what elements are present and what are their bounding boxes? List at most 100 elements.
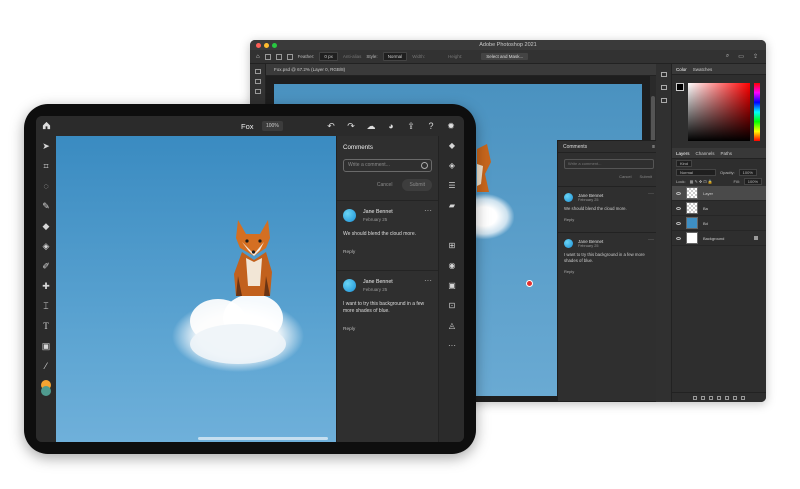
- eyedropper-icon[interactable]: ⁄: [36, 356, 56, 376]
- adjustment-layer-icon[interactable]: [717, 395, 721, 400]
- layer-row[interactable]: Ba: [672, 201, 766, 216]
- submit-button[interactable]: Submit: [640, 174, 652, 179]
- more-options-icon[interactable]: ···: [424, 206, 432, 215]
- lock-icons[interactable]: ▦ ✎ ✥ ⊡ 🔒: [690, 179, 713, 184]
- reply-button[interactable]: Reply: [564, 217, 654, 222]
- brush-icon[interactable]: ✎: [36, 196, 56, 216]
- link-layers-icon[interactable]: [693, 395, 697, 400]
- panel-menu-icon[interactable]: ≡: [652, 141, 655, 153]
- group-icon[interactable]: [725, 395, 729, 400]
- search-icon[interactable]: ⌕: [726, 53, 729, 60]
- add-mask-icon[interactable]: [709, 395, 713, 400]
- visibility-eye-icon[interactable]: [676, 191, 681, 195]
- tab-swatches[interactable]: Swatches: [693, 67, 713, 72]
- comment-item[interactable]: ··· Jane Bennet February 25 We should bl…: [558, 186, 660, 225]
- trash-icon[interactable]: [741, 395, 745, 400]
- kind-filter-select[interactable]: Kind: [676, 160, 693, 167]
- more-options-icon[interactable]: ···: [648, 237, 654, 243]
- layer-row[interactable]: Layer: [672, 186, 766, 201]
- horizontal-scrollbar[interactable]: [198, 437, 328, 440]
- help-icon[interactable]: ?: [426, 121, 436, 131]
- marquee-tool-icon[interactable]: [264, 53, 271, 60]
- foreground-color-swatch[interactable]: [676, 83, 684, 91]
- share-icon[interactable]: ⇪: [406, 121, 416, 131]
- comments-panel-icon[interactable]: [660, 98, 667, 103]
- mask-icon[interactable]: ▣: [439, 276, 464, 296]
- image-icon[interactable]: ▣: [36, 336, 56, 356]
- lasso-icon[interactable]: ⌗: [36, 156, 56, 176]
- fill-layer-icon[interactable]: ◬: [439, 316, 464, 336]
- feather-input[interactable]: 0 px: [319, 52, 338, 61]
- style-select[interactable]: Normal: [382, 52, 408, 61]
- type-icon[interactable]: T: [36, 316, 56, 336]
- select-icon[interactable]: ➤: [36, 136, 56, 156]
- undo-icon[interactable]: ↶: [326, 121, 336, 131]
- ipad-canvas[interactable]: [56, 136, 336, 442]
- home-icon[interactable]: ⌂: [256, 54, 260, 60]
- more-options-icon[interactable]: ···: [648, 191, 654, 197]
- user-comment-icon[interactable]: ◕: [386, 121, 396, 131]
- antialias-checkbox[interactable]: Anti-alias: [343, 54, 362, 59]
- tab-channels[interactable]: Channels: [696, 151, 715, 156]
- visibility-eye-icon[interactable]: [676, 221, 681, 225]
- share-icon[interactable]: ⇪: [753, 53, 758, 60]
- zoom-level[interactable]: 100%: [262, 121, 283, 131]
- comment-input[interactable]: Write a comment...: [564, 159, 654, 169]
- visibility-eye-icon[interactable]: [676, 206, 681, 210]
- clip-icon[interactable]: ⊡: [439, 296, 464, 316]
- tab-color[interactable]: Color: [676, 67, 687, 72]
- comment-pin-marker[interactable]: [526, 280, 533, 287]
- comment-item[interactable]: ··· Jane Bennet February 25 I want to tr…: [337, 270, 438, 338]
- blend-mode-select[interactable]: Normal: [676, 169, 716, 176]
- comments-icon[interactable]: ▰: [439, 196, 464, 216]
- reply-button[interactable]: Reply: [343, 327, 432, 332]
- properties-panel-icon[interactable]: [660, 85, 667, 90]
- marquee-tool-icon[interactable]: [254, 79, 261, 84]
- add-layer-icon[interactable]: ⊞: [439, 236, 464, 256]
- opacity-input[interactable]: 100%: [738, 169, 757, 176]
- new-layer-icon[interactable]: [733, 395, 737, 400]
- quick-select-icon[interactable]: ◌: [36, 176, 56, 196]
- select-and-mask-button[interactable]: Select and Mask...: [481, 53, 529, 60]
- reply-button[interactable]: Reply: [564, 269, 654, 274]
- fill-icon[interactable]: ◈: [36, 236, 56, 256]
- layers-icon[interactable]: ◆: [439, 136, 464, 156]
- maximize-window-button[interactable]: [272, 43, 277, 48]
- home-icon[interactable]: [42, 121, 51, 130]
- emoji-icon[interactable]: [421, 162, 428, 169]
- visibility-icon[interactable]: ◉: [439, 256, 464, 276]
- secondary-color-swatch[interactable]: [41, 386, 51, 396]
- tab-layers[interactable]: Layers: [676, 151, 690, 156]
- cancel-button[interactable]: Cancel: [619, 174, 631, 179]
- reply-button[interactable]: Reply: [343, 250, 432, 255]
- hue-slider[interactable]: [754, 83, 760, 141]
- move-tool-icon[interactable]: [254, 69, 261, 74]
- cloud-icon[interactable]: ☁: [366, 121, 376, 131]
- eraser-icon[interactable]: ◆: [36, 216, 56, 236]
- smudge-icon[interactable]: ✐: [36, 256, 56, 276]
- adjustment-icon[interactable]: ◈: [439, 156, 464, 176]
- visibility-eye-icon[interactable]: [676, 236, 681, 240]
- color-panel-icon[interactable]: [660, 72, 667, 77]
- more-options-icon[interactable]: ···: [424, 276, 432, 285]
- comment-input[interactable]: Write a comment...: [343, 159, 432, 172]
- workspace-icon[interactable]: ▭: [738, 53, 744, 60]
- fill-input[interactable]: 100%: [743, 178, 762, 185]
- color-field[interactable]: [688, 83, 750, 141]
- comment-item[interactable]: ··· Jane Bennet February 25 We should bl…: [337, 200, 438, 261]
- submit-button[interactable]: Submit: [402, 179, 432, 191]
- properties-icon[interactable]: ☰: [439, 176, 464, 196]
- tab-paths[interactable]: Paths: [721, 151, 733, 156]
- redo-icon[interactable]: ↷: [346, 121, 356, 131]
- document-tab[interactable]: Fox.psd @ 67.2% (Layer 0, RGB/8): [266, 64, 656, 76]
- comment-item[interactable]: ··· Jane Bennet February 25 I want to tr…: [558, 232, 660, 277]
- add-selection-icon[interactable]: [286, 53, 293, 60]
- more-icon[interactable]: ···: [439, 336, 464, 356]
- layer-row[interactable]: Bd: [672, 216, 766, 231]
- crop-icon[interactable]: ⌶: [36, 296, 56, 316]
- new-selection-icon[interactable]: [275, 53, 282, 60]
- minimize-window-button[interactable]: [264, 43, 269, 48]
- close-window-button[interactable]: [256, 43, 261, 48]
- healing-icon[interactable]: ✚: [36, 276, 56, 296]
- lasso-tool-icon[interactable]: [254, 89, 261, 94]
